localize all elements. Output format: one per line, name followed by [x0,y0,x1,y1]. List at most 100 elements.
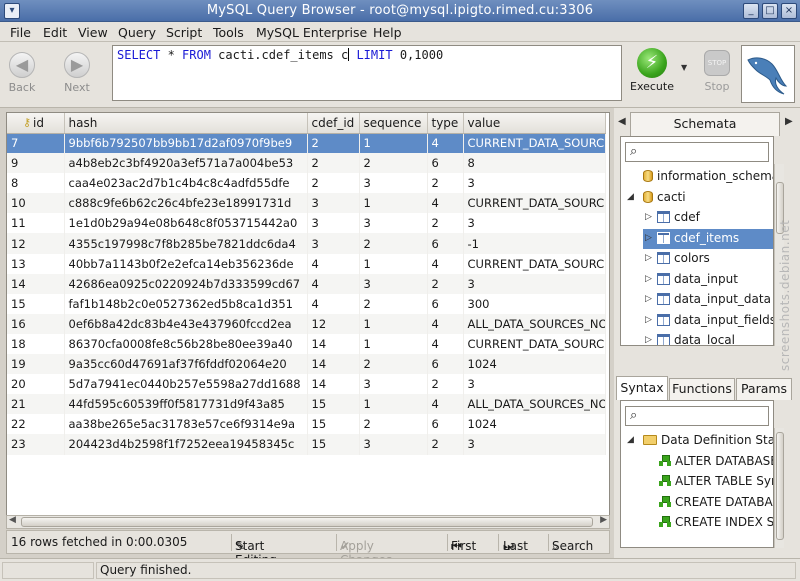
cell-value[interactable]: 3 [463,374,606,395]
cell-hash[interactable]: 40bb7a1143b0f2e2efca14eb356236de [64,253,308,274]
minimize-button[interactable]: _ [743,3,759,19]
cell-hash[interactable]: 9bbf6b792507bb9bb17d2af0970f9be9 [64,133,308,154]
cell-id[interactable]: 13 [7,253,65,274]
cell-cdef-id[interactable]: 4 [307,253,360,274]
scroll-right-icon[interactable]: ▶ [600,515,607,525]
syntax-search-input[interactable]: ⌕ [625,406,769,426]
cell-hash[interactable]: aa38be265e5ac31783e57ce6f9314e9a [64,414,308,435]
table-row[interactable]: 10 c888c9fe6b62c26c4bfe23e18991731d 3 1 4 CUR… [7,193,606,214]
table-row[interactable]: 12 4355c197998c7f8b285be7821ddc6da4 3 2 6 -1 [7,233,606,254]
column-header-sequence[interactable]: sequence [359,113,428,134]
cell-type[interactable]: 6 [427,233,464,254]
stop-button[interactable]: STOP Stop [700,48,734,98]
table-row[interactable]: 18 86370cfa0008fe8c56b28be80ee39a40 14 1 4 CU… [7,333,606,355]
back-button[interactable]: ◀ Back [0,50,44,98]
tree-item[interactable]: CREATE INDEX Syntax [659,513,773,533]
cell-value[interactable]: 3 [463,273,606,294]
cell-type[interactable]: 4 [427,394,464,415]
cell-value[interactable]: 1024 [463,354,606,375]
cell-value[interactable]: CURRENT_DATA_SOURCE [463,133,606,154]
cell-cdef-id[interactable]: 2 [307,153,360,174]
cell-sequence[interactable]: 1 [359,333,428,355]
cell-cdef-id[interactable]: 2 [307,133,360,154]
cell-hash[interactable]: 42686ea0925c0220924b7d333599cd67 [64,273,308,294]
tree-item[interactable]: ALTER DATABASE [659,452,773,472]
schema-search-input[interactable]: ⌕ [625,142,769,162]
cell-sequence[interactable]: 1 [359,193,428,214]
cell-hash[interactable]: 0ef6b8a42dc83b4e43e437960fccd2ea [64,313,308,334]
cell-sequence[interactable]: 2 [359,233,428,254]
tree-item[interactable]: ◢ cacti [623,188,773,208]
cell-id[interactable]: 20 [7,374,65,395]
cell-sequence[interactable]: 1 [359,133,428,154]
menu-tools[interactable]: Tools [213,25,244,40]
expand-icon[interactable]: ▷ [645,270,652,289]
cell-cdef-id[interactable]: 3 [307,193,360,214]
cell-type[interactable]: 6 [427,293,464,314]
close-button[interactable]: × [781,3,797,19]
cell-id[interactable]: 23 [7,434,65,455]
horizontal-scrollbar[interactable]: ◀ ▶ [6,515,610,529]
expand-icon[interactable]: ▷ [645,208,652,227]
menu-script[interactable]: Script [166,25,202,40]
cell-id[interactable]: 9 [7,153,65,174]
tree-item[interactable]: ▷ data_input [643,270,773,290]
cell-value[interactable]: 8 [463,153,606,174]
cell-sequence[interactable]: 3 [359,213,428,234]
cell-cdef-id[interactable]: 14 [307,374,360,395]
menu-edit[interactable]: Edit [43,25,67,40]
table-row[interactable]: 19 9a35cc60d47691af37f6fddf02064e20 14 2 6 10… [7,354,606,375]
expand-icon[interactable]: ▷ [645,229,652,248]
cell-id[interactable]: 7 [7,133,65,154]
cell-cdef-id[interactable]: 14 [307,333,360,355]
table-row[interactable]: 8 caa4e023ac2d7b1c4b4c8c4adfd55dfe 2 3 2 3 [7,173,606,194]
cell-type[interactable]: 2 [427,173,464,194]
cell-cdef-id[interactable]: 12 [307,313,360,334]
cell-value[interactable]: 3 [463,173,606,194]
cell-sequence[interactable]: 1 [359,394,428,415]
cell-cdef-id[interactable]: 3 [307,233,360,254]
cell-id[interactable]: 18 [7,333,65,355]
cell-value[interactable]: CURRENT_DATA_SOURCE [463,193,606,214]
cell-cdef-id[interactable]: 3 [307,213,360,234]
cell-type[interactable]: 4 [427,133,464,154]
cell-hash[interactable]: 44fd595c60539ff0f5817731d9f43a85 [64,394,308,415]
cell-sequence[interactable]: 3 [359,273,428,294]
tab-scroll-left-icon[interactable]: ◀ [618,116,626,127]
cell-sequence[interactable]: 2 [359,293,428,314]
cell-hash[interactable]: faf1b148b2c0e0527362ed5b8ca1d351 [64,293,308,314]
cell-type[interactable]: 4 [427,313,464,334]
cell-value[interactable]: 300 [463,293,606,314]
cell-hash[interactable]: 1e1d0b29a94e08b648c8f053715442a0 [64,213,308,234]
cell-type[interactable]: 4 [427,253,464,274]
cell-hash[interactable]: 86370cfa0008fe8c56b28be80ee39a40 [64,333,308,355]
tree-item[interactable]: ALTER TABLE Syntax [659,472,773,492]
collapse-icon[interactable]: ◢ [627,431,634,450]
cell-sequence[interactable]: 3 [359,434,428,455]
tree-item[interactable]: ▷ cdef_items [643,228,773,249]
cell-id[interactable]: 22 [7,414,65,435]
table-row[interactable]: 11 1e1d0b29a94e08b648c8f053715442a0 3 3 2 3 [7,213,606,234]
cell-id[interactable]: 11 [7,213,65,234]
tree-item[interactable]: information_schema [623,167,773,187]
cell-id[interactable]: 16 [7,313,65,334]
cell-type[interactable]: 6 [427,414,464,435]
maximize-button[interactable]: □ [762,3,778,19]
expand-icon[interactable]: ▷ [645,249,652,268]
table-row[interactable]: 13 40bb7a1143b0f2e2efca14eb356236de 4 1 4 CUR… [7,253,606,274]
cell-hash[interactable]: caa4e023ac2d7b1c4b4c8c4adfd55dfe [64,173,308,194]
cell-cdef-id[interactable]: 4 [307,293,360,314]
cell-type[interactable]: 6 [427,153,464,174]
cell-value[interactable]: CURRENT_DATA_SOURCE [463,253,606,274]
cell-sequence[interactable]: 2 [359,354,428,375]
cell-sequence[interactable]: 3 [359,374,428,395]
tab-schemata[interactable]: Schemata [630,112,780,136]
tree-item[interactable]: ◢ Data Definition Statements [623,431,773,451]
cell-type[interactable]: 4 [427,193,464,214]
menu-file[interactable]: File [10,25,31,40]
cell-hash[interactable]: 5d7a7941ec0440b257e5598a27dd1688 [64,374,308,395]
cell-hash[interactable]: 4355c197998c7f8b285be7821ddc6da4 [64,233,308,254]
cell-id[interactable]: 12 [7,233,65,254]
cell-type[interactable]: 6 [427,354,464,375]
cell-value[interactable]: CURRENT_DATA_SOURCE [463,333,606,355]
